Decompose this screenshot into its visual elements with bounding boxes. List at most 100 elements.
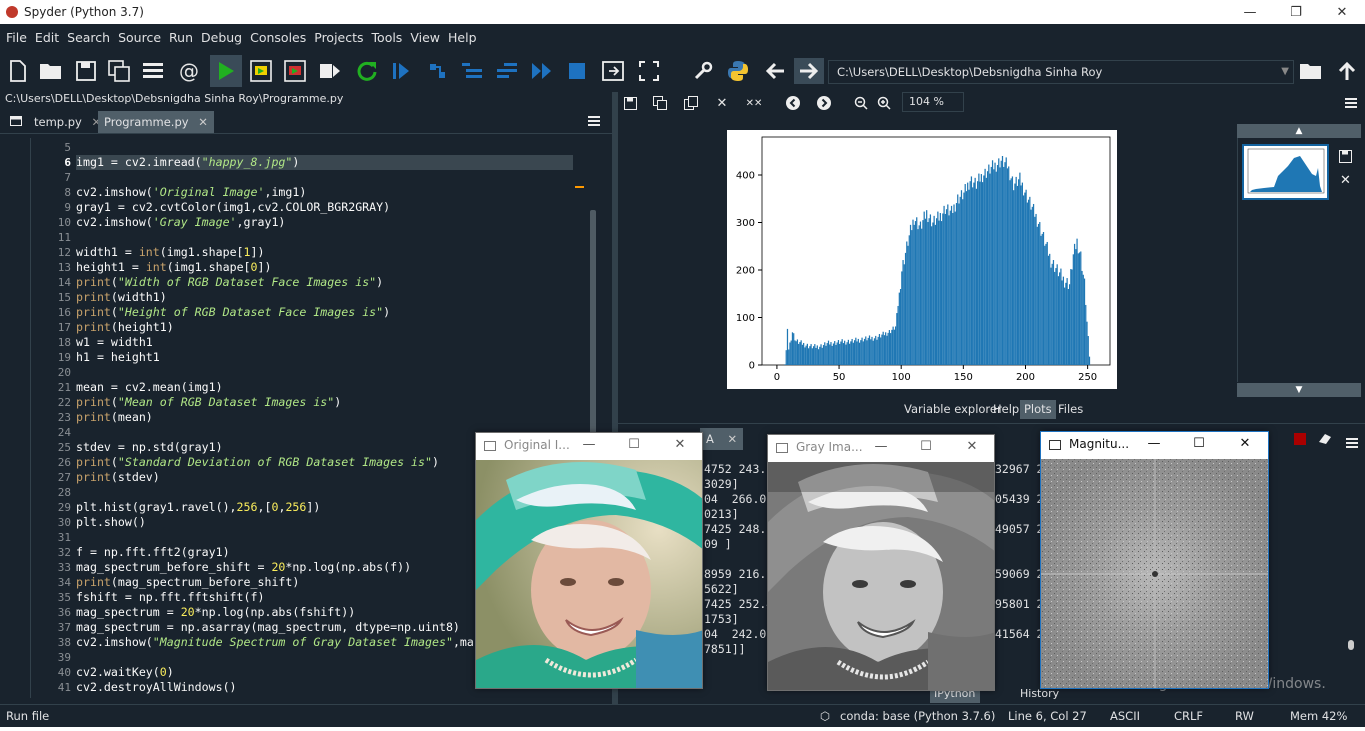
original-image-window[interactable]: Original I... — ☐ ✕	[475, 432, 703, 689]
save-thumbnail-icon[interactable]	[1339, 148, 1352, 167]
histogram-bar	[814, 344, 816, 365]
remove-all-plots-icon[interactable]: ✕✕	[745, 94, 763, 112]
tab-help[interactable]: Help	[989, 400, 1023, 419]
tab-plots[interactable]: Plots	[1020, 400, 1056, 419]
menu-source[interactable]: Source	[114, 30, 165, 45]
code-line: print(width1)	[76, 290, 167, 304]
plots-options-icon[interactable]	[1342, 94, 1360, 112]
back-arrow-icon[interactable]	[762, 58, 788, 84]
close-button[interactable]: ✕	[957, 439, 987, 454]
minimize-button[interactable]: —	[1227, 0, 1273, 24]
save-all-icon[interactable]	[106, 58, 132, 84]
rerun-icon[interactable]	[354, 58, 380, 84]
run-icon[interactable]	[210, 55, 242, 87]
clear-console-icon[interactable]	[1318, 430, 1332, 449]
menu-tools[interactable]: Tools	[368, 30, 407, 45]
remove-thumbnail-icon[interactable]: ✕	[1340, 173, 1351, 188]
copy-plot-icon[interactable]	[682, 94, 700, 112]
chevron-down-icon[interactable]: ▼	[1281, 61, 1289, 83]
outline-icon[interactable]	[140, 58, 166, 84]
tab-temp-py[interactable]: temp.py ✕	[28, 111, 107, 133]
close-button[interactable]: ✕	[1319, 0, 1365, 24]
forward-arrow-icon[interactable]	[794, 58, 824, 84]
restore-button[interactable]: ❐	[1273, 0, 1319, 24]
menu-view[interactable]: View	[406, 30, 444, 45]
interrupt-kernel-icon[interactable]	[1294, 433, 1306, 445]
histogram-bar	[801, 344, 804, 365]
line-number: 35	[57, 591, 71, 604]
open-file-icon[interactable]	[38, 58, 64, 84]
save-plot-icon[interactable]	[621, 94, 639, 112]
histogram-bar	[806, 343, 808, 365]
step-into-icon[interactable]	[459, 58, 485, 84]
line-number: 15	[57, 291, 71, 304]
maximize-button[interactable]: ☐	[911, 439, 941, 454]
histogram-bar	[1072, 254, 1074, 365]
previous-plot-icon[interactable]	[784, 94, 802, 112]
window-titlebar[interactable]: Gray Ima... — ☐ ✕	[768, 435, 994, 461]
histogram-bar	[994, 162, 996, 365]
minimize-button[interactable]: —	[866, 439, 896, 454]
histogram-bar	[876, 339, 878, 365]
scrollbar-thumb[interactable]	[1348, 640, 1354, 650]
close-button[interactable]: ✕	[665, 437, 695, 452]
minimize-button[interactable]: —	[1139, 436, 1169, 451]
menu-file[interactable]: File	[2, 30, 31, 45]
console-options-icon[interactable]	[1346, 433, 1358, 452]
thumbnails-scroll-down[interactable]: ▼	[1237, 383, 1361, 397]
maximize-button[interactable]: ☐	[619, 437, 649, 452]
tab-files[interactable]: Files	[1054, 400, 1087, 419]
histogram-bar	[890, 333, 892, 365]
close-tab-icon[interactable]: ✕	[198, 115, 208, 129]
run-cell-advance-icon[interactable]	[282, 58, 308, 84]
menu-debug[interactable]: Debug	[197, 30, 246, 45]
browse-folder-icon[interactable]	[1298, 58, 1324, 84]
close-console-icon[interactable]: ✕	[728, 432, 738, 446]
window-titlebar[interactable]: Original I... — ☐ ✕	[476, 433, 702, 459]
console-scrollbar[interactable]	[1347, 470, 1355, 655]
menu-projects[interactable]: Projects	[310, 30, 367, 45]
debug-icon[interactable]	[388, 58, 414, 84]
run-cell-icon[interactable]	[248, 58, 274, 84]
window-titlebar[interactable]: Magnitu... — ☐ ✕	[1041, 432, 1268, 458]
python-path-icon[interactable]	[725, 58, 751, 84]
fullscreen-icon[interactable]	[636, 58, 662, 84]
zoom-out-icon[interactable]	[852, 94, 870, 112]
new-file-icon[interactable]	[5, 58, 31, 84]
window-title: Original I...	[504, 438, 570, 452]
next-plot-icon[interactable]	[815, 94, 833, 112]
browse-tabs-icon[interactable]	[4, 111, 26, 133]
console-tab[interactable]: A ✕	[700, 428, 744, 450]
menu-edit[interactable]: Edit	[31, 30, 63, 45]
continue-icon[interactable]	[529, 58, 555, 84]
gray-image-window[interactable]: Gray Ima... — ☐ ✕	[767, 434, 995, 691]
maximize-pane-icon[interactable]	[600, 58, 626, 84]
menu-run[interactable]: Run	[165, 30, 197, 45]
menu-help[interactable]: Help	[444, 30, 481, 45]
save-all-plots-icon[interactable]	[651, 94, 669, 112]
preferences-icon[interactable]	[690, 58, 716, 84]
step-icon[interactable]	[425, 58, 451, 84]
maximize-button[interactable]: ☐	[1184, 436, 1214, 451]
minimize-button[interactable]: —	[574, 437, 604, 452]
editor-options-icon[interactable]	[582, 111, 606, 133]
at-icon[interactable]: @	[176, 58, 202, 84]
working-directory-combo[interactable]: C:\Users\DELL\Desktop\Debsnigdha Sinha R…	[828, 60, 1294, 84]
close-button[interactable]: ✕	[1230, 436, 1260, 451]
stop-debug-icon[interactable]	[564, 58, 590, 84]
histogram-bar	[863, 338, 866, 365]
run-selection-icon[interactable]	[317, 58, 343, 84]
remove-plot-icon[interactable]: ✕	[713, 94, 731, 112]
zoom-level-input[interactable]: 104 %	[902, 92, 964, 112]
console-output-line: 4752 243.5	[704, 462, 774, 476]
save-icon[interactable]	[73, 58, 99, 84]
step-return-icon[interactable]	[494, 58, 520, 84]
zoom-in-icon[interactable]	[875, 94, 893, 112]
menu-consoles[interactable]: Consoles	[246, 30, 310, 45]
menu-search[interactable]: Search	[63, 30, 114, 45]
parent-dir-icon[interactable]	[1334, 58, 1360, 84]
plot-thumbnail[interactable]	[1242, 144, 1329, 200]
tab-programme-py[interactable]: Programme.py ✕	[98, 111, 214, 133]
magnitude-spectrum-window[interactable]: Magnitu... — ☐ ✕	[1040, 431, 1269, 689]
thumbnails-scroll-up[interactable]: ▲	[1237, 124, 1361, 138]
